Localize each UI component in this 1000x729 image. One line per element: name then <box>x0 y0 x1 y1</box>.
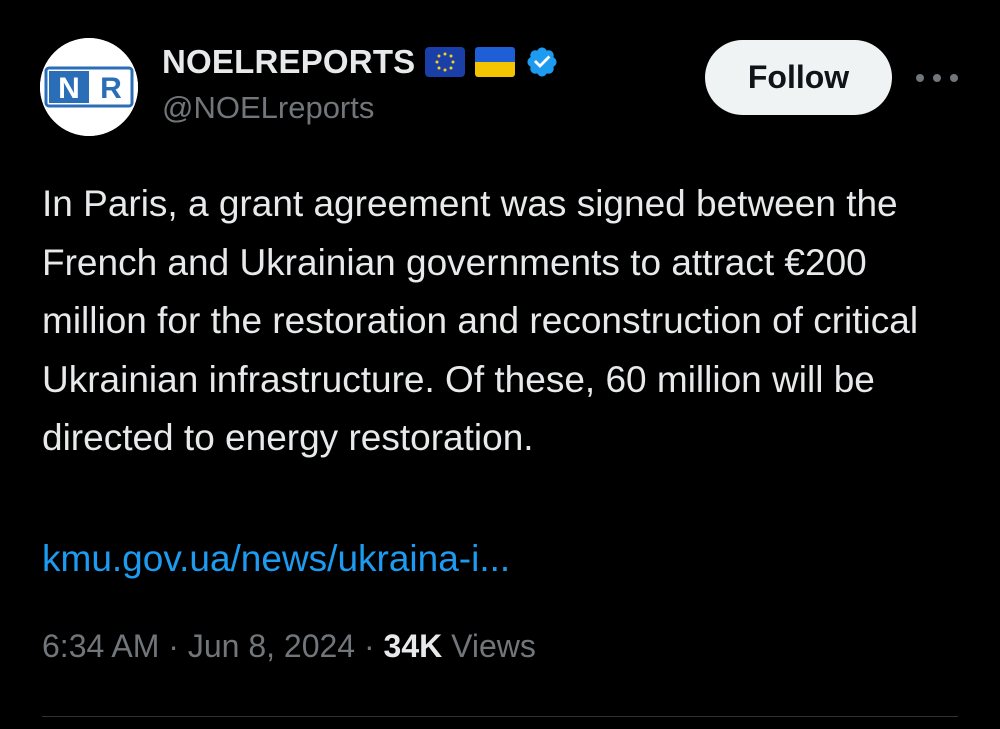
divider <box>42 716 958 717</box>
name-row: NOELREPORTS <box>162 40 559 84</box>
display-name[interactable]: NOELREPORTS <box>162 43 415 81</box>
avatar[interactable]: N R <box>40 38 138 136</box>
views-label: Views <box>451 628 536 664</box>
follow-button[interactable]: Follow <box>705 40 892 115</box>
meta-separator-2: · <box>363 628 375 664</box>
eu-flag-icon <box>425 47 466 77</box>
tweet[interactable]: N R NOELREPORTS @NOELreports Follow In P… <box>0 0 1000 729</box>
handle[interactable]: @NOELreports <box>162 90 559 126</box>
verified-badge-icon[interactable] <box>525 45 559 79</box>
tweet-meta: 6:34 AM · Jun 8, 2024 · 34K Views <box>42 628 536 665</box>
meta-separator: · <box>168 628 179 664</box>
more-horizontal-icon[interactable] <box>916 64 958 92</box>
author-identity: NOELREPORTS @NOELreports <box>162 40 559 126</box>
tweet-link[interactable]: kmu.gov.ua/news/ukraina-i... <box>42 530 510 588</box>
views-count[interactable]: 34K <box>384 628 443 665</box>
tweet-date[interactable]: Jun 8, 2024 <box>188 628 355 665</box>
tweet-text: In Paris, a grant agreement was signed b… <box>42 183 919 458</box>
nr-logo-icon: N R <box>40 38 138 136</box>
svg-text:R: R <box>100 72 122 105</box>
avatar-letter-n: N <box>58 72 80 105</box>
ukraine-flag-icon <box>475 47 516 77</box>
tweet-time[interactable]: 6:34 AM <box>42 628 159 665</box>
